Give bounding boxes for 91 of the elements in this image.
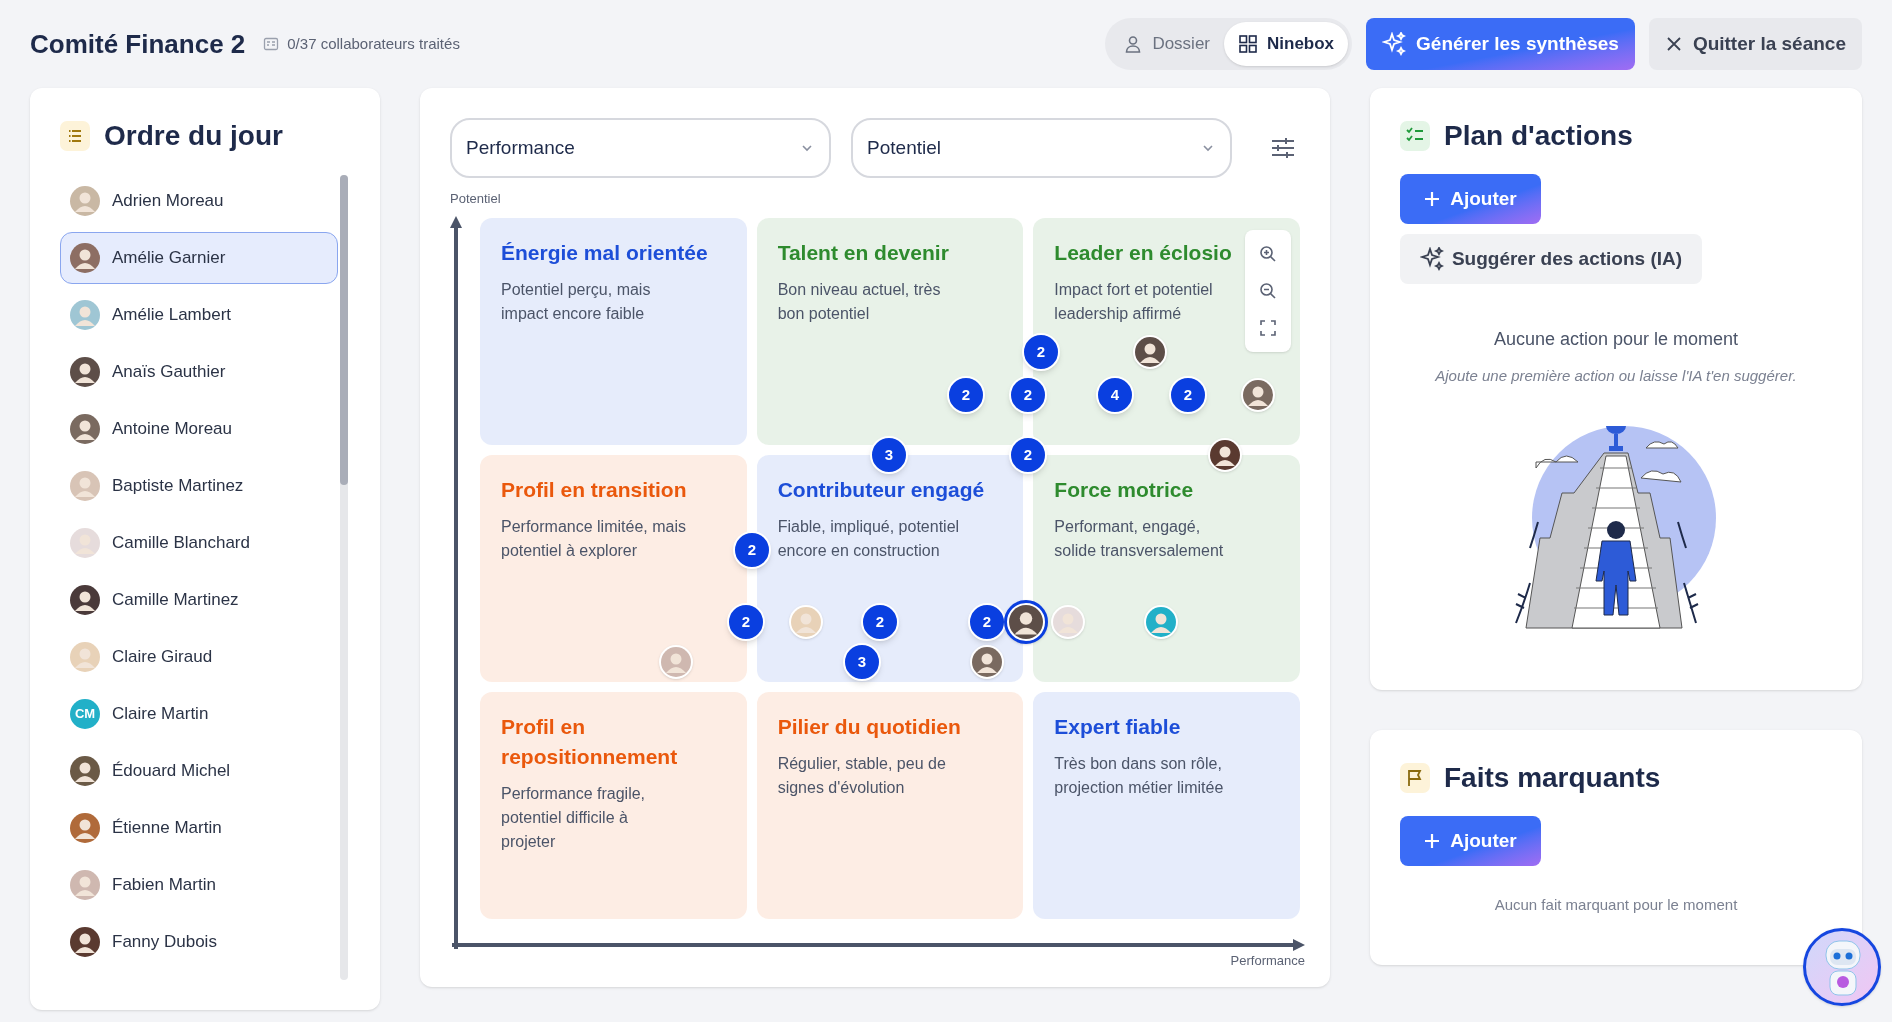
close-icon xyxy=(1664,35,1683,53)
add-button[interactable]: Ajouter xyxy=(1400,174,1541,224)
empty-state-text: Aucune action pour le moment xyxy=(1492,328,1740,351)
agenda-item[interactable]: Amélie Lambert xyxy=(60,289,339,341)
agenda-item[interactable]: Camille Blanchard xyxy=(60,517,339,569)
cell-title: Talent en devenir xyxy=(777,240,949,266)
list-icon xyxy=(60,121,90,151)
count-badge[interactable]: 2 xyxy=(947,376,985,414)
avatar xyxy=(70,471,100,501)
cell-description: Bon niveau actuel, très bon potentiel xyxy=(777,280,942,324)
agenda-item[interactable]: Fanny Dubois xyxy=(60,916,339,968)
page-title: Comité Finance 2 xyxy=(30,27,246,61)
suggest-button[interactable]: Suggérer des actions (IA) xyxy=(1400,234,1702,284)
count-badge[interactable]: 3 xyxy=(870,436,908,474)
add-button[interactable]: Ajouter xyxy=(1400,816,1541,866)
progress-text: 0/37 collaborateurs traités xyxy=(287,33,460,54)
cell-title: Pilier du quotidien xyxy=(777,714,961,740)
agenda-item[interactable]: Édouard Michel xyxy=(60,745,339,797)
cell-title: Leader en éclosio xyxy=(1054,240,1232,266)
cell-title: Expert fiable xyxy=(1054,714,1181,740)
panel-title: Faits marquants xyxy=(1444,761,1661,795)
count-badge[interactable]: 4 xyxy=(1096,376,1134,414)
avatar xyxy=(70,813,100,843)
view-tab[interactable]: Dossier xyxy=(1109,22,1224,66)
avatar xyxy=(70,186,100,216)
count-badge[interactable]: 2 xyxy=(968,603,1006,641)
cell-title: Contributeur engagé xyxy=(777,477,985,503)
cell-description: Performance limitée, mais potentiel à explorer xyxy=(501,517,686,561)
cell-description: Impact fort et potentiel leadership affirmé xyxy=(1054,280,1214,324)
checklist-icon xyxy=(1400,121,1430,151)
agenda-item[interactable]: Anaïs Gauthier xyxy=(60,346,339,398)
panel-title: Plan d'actions xyxy=(1444,119,1633,153)
flag-icon xyxy=(1400,763,1430,793)
avatar xyxy=(70,585,100,615)
agenda-item[interactable]: Baptiste Martinez xyxy=(60,460,339,512)
cell-title: Énergie mal orientée xyxy=(501,240,708,266)
axis-label: Potentiel xyxy=(450,190,501,208)
plus-icon xyxy=(1424,833,1441,849)
agenda-item[interactable]: Claire Giraud xyxy=(60,631,339,683)
panel-title: Ordre du jour xyxy=(104,119,283,153)
avatar xyxy=(70,927,100,957)
count-badge[interactable]: 2 xyxy=(1022,333,1060,371)
agenda-item[interactable]: Étienne Martin xyxy=(60,802,339,854)
plus-icon xyxy=(1424,191,1441,207)
cell-description: Régulier, stable, peu de signes d'évolution xyxy=(777,754,947,798)
avatar xyxy=(70,357,100,387)
avatar xyxy=(70,243,100,273)
sparkle-icon xyxy=(1382,32,1407,56)
count-badge[interactable]: 2 xyxy=(727,603,765,641)
agenda-item[interactable]: Camille Martinez xyxy=(60,574,339,626)
avatar xyxy=(70,870,100,900)
generate-button[interactable]: Générer les synthèses xyxy=(1366,18,1635,70)
avatar xyxy=(70,414,100,444)
avatar[interactable] xyxy=(1004,600,1048,644)
cell-description: Potentiel perçu, mais impact encore faible xyxy=(501,280,652,324)
avatar xyxy=(70,300,100,330)
sliders-icon xyxy=(1270,135,1297,161)
cell-description: Performance fragile, potentiel difficile à projeter xyxy=(501,784,647,852)
avatar xyxy=(70,642,100,672)
empty-state-text: Aucun fait marquant pour le moment xyxy=(1493,895,1739,915)
cell-title: Force motrice xyxy=(1054,477,1194,503)
axis-label: Performance xyxy=(1230,952,1305,970)
cell-description: Performant, engagé, solide transversalement xyxy=(1054,517,1225,561)
cell-title: Profil en transition xyxy=(501,477,687,503)
agenda-item[interactable]: Fabien Martin xyxy=(60,859,339,911)
count-badge[interactable]: 3 xyxy=(843,643,881,681)
count-badge[interactable]: 2 xyxy=(861,603,899,641)
view-tab[interactable]: Ninebox xyxy=(1224,22,1349,66)
avatar xyxy=(70,528,100,558)
cell-description: Très bon dans son rôle, projection métier limitée xyxy=(1054,754,1225,798)
grid-icon xyxy=(1238,34,1258,54)
scrollbar[interactable] xyxy=(340,175,348,980)
agenda-item[interactable]: Adrien Moreau xyxy=(60,175,339,227)
quit-button[interactable]: Quitter la séance xyxy=(1648,18,1862,70)
checklist-icon xyxy=(263,36,280,52)
agenda-item[interactable]: Antoine Moreau xyxy=(60,403,339,455)
agenda-item[interactable]: Amélie Garnier xyxy=(60,232,339,284)
sparkle-icon xyxy=(1419,247,1444,271)
agenda-item[interactable]: CM Claire Martin xyxy=(60,688,339,740)
axis-select[interactable]: Potentiel xyxy=(851,118,1233,178)
count-badge[interactable]: 2 xyxy=(1009,436,1047,474)
count-badge[interactable]: 2 xyxy=(733,531,771,569)
count-badge[interactable]: 2 xyxy=(1169,376,1207,414)
count-badge[interactable]: 2 xyxy=(1009,376,1047,414)
empty-state-hint: Ajoute une première action ou laisse l'IA t'en suggérer. xyxy=(1433,366,1798,386)
scrollbar-thumb[interactable] xyxy=(340,175,349,485)
cell-title: Profil en repositionnement xyxy=(501,714,679,770)
avatar-initials: CM xyxy=(70,699,100,729)
cell-description: Fiable, impliqué, potentiel encore en construction xyxy=(777,517,961,561)
avatar xyxy=(70,756,100,786)
axis-select[interactable]: Performance xyxy=(450,118,832,178)
